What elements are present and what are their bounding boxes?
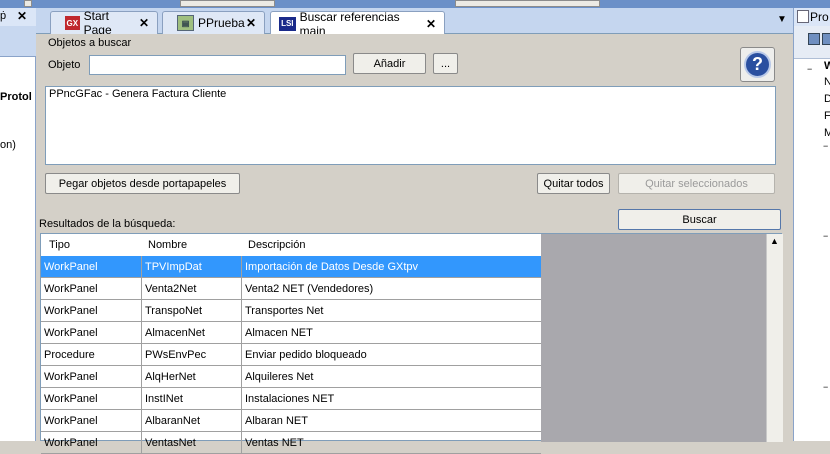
tab-label: Start Page xyxy=(83,9,112,37)
table-row[interactable]: WorkPanel TranspoNet Transportes Net xyxy=(41,300,541,322)
object-field-label: Objeto xyxy=(48,59,81,71)
procedure-icon: ▤ xyxy=(177,15,194,31)
search-button[interactable]: Buscar xyxy=(618,209,781,230)
tab-start-page[interactable]: GX Start Page ✕ xyxy=(50,9,158,37)
close-icon[interactable]: ✕ xyxy=(426,17,436,31)
grid-header: Tipo Nombre Descripción xyxy=(41,234,541,256)
gx-icon: GX xyxy=(65,16,80,30)
cell-descripcion: Transportes Net xyxy=(245,305,324,317)
collapse-icon[interactable]: − xyxy=(823,382,828,392)
list-item[interactable]: PPncGFac - Genera Factura Cliente xyxy=(49,88,226,100)
pin-icon[interactable]: ṗ xyxy=(0,10,6,22)
toolbar-icon[interactable] xyxy=(808,33,820,45)
table-row[interactable]: WorkPanel Venta2Net Venta2 NET (Vendedores… xyxy=(41,278,541,300)
cell-descripcion: Ventas NET xyxy=(245,437,304,449)
left-panel-header: ṗ ✕ xyxy=(0,8,36,27)
tab-buscar-referencias[interactable]: LSI Buscar referencias main ✕ xyxy=(270,10,445,38)
toolbar-icon[interactable] xyxy=(822,33,830,45)
cell-nombre: TPVImpDat xyxy=(142,256,242,278)
column-header-descripcion[interactable]: Descripción xyxy=(242,234,541,256)
selected-objects-list[interactable]: PPncGFac - Genera Factura Cliente xyxy=(45,86,776,165)
table-row[interactable]: WorkPanel VentasNet Ventas NET xyxy=(41,432,541,454)
left-panel-text: on) xyxy=(0,139,16,151)
cell-nombre: VentasNet xyxy=(142,432,242,454)
right-dock-panel: Pro − W N D F M − − − xyxy=(793,8,830,441)
toolbar-combo-fragment[interactable] xyxy=(455,0,600,7)
cell-tipo: WorkPanel xyxy=(41,432,142,454)
cell-descripcion: Instalaciones NET xyxy=(245,393,335,405)
tree-node[interactable]: N xyxy=(824,76,830,88)
cell-descripcion: Almacen NET xyxy=(245,327,313,339)
close-icon[interactable]: ✕ xyxy=(246,16,256,30)
browse-button[interactable]: ... xyxy=(433,53,458,74)
collapse-icon[interactable]: − xyxy=(823,141,828,151)
right-panel-header: Pro xyxy=(794,8,830,27)
panel-title: Pro xyxy=(810,10,829,24)
results-grid[interactable]: Tipo Nombre Descripción WorkPanel TPVImpD… xyxy=(40,233,783,454)
tab-pprueba[interactable]: ▤ PPrueba ✕ xyxy=(162,11,265,34)
cell-tipo: Procedure xyxy=(41,344,142,366)
remove-all-button[interactable]: Quitar todos xyxy=(537,173,610,194)
cell-nombre: AlbaranNet xyxy=(142,410,242,432)
cell-descripcion: Venta2 NET (Vendedores) xyxy=(245,283,374,295)
cell-nombre: InstINet xyxy=(142,388,242,410)
table-row[interactable]: WorkPanel TPVImpDat Importación de Datos D… xyxy=(41,256,541,278)
cell-descripcion: Albaran NET xyxy=(245,415,308,427)
table-row[interactable]: WorkPanel AlbaranNet Albaran NET xyxy=(41,410,541,432)
table-row[interactable]: WorkPanel InstINet Instalaciones NET xyxy=(41,388,541,410)
cell-tipo: WorkPanel xyxy=(41,366,142,388)
left-panel-text: Protol xyxy=(0,91,32,103)
cell-tipo: WorkPanel xyxy=(41,322,142,344)
help-button[interactable]: ? xyxy=(740,47,775,82)
toolbar-dropdown-fragment[interactable] xyxy=(24,0,32,7)
left-panel-toolbar xyxy=(0,26,36,57)
grid-empty-area xyxy=(541,234,767,442)
collapse-icon[interactable]: − xyxy=(807,64,812,74)
cell-tipo: WorkPanel xyxy=(41,278,142,300)
properties-icon xyxy=(797,10,809,23)
column-header-tipo[interactable]: Tipo xyxy=(41,234,142,256)
close-icon[interactable]: ✕ xyxy=(17,9,27,23)
objects-group-label: Objetos a buscar xyxy=(48,37,132,49)
results-label: Resultados de la búsqueda: xyxy=(39,218,176,230)
close-icon[interactable]: ✕ xyxy=(139,16,149,30)
cell-descripcion: Alquileres Net xyxy=(245,371,314,383)
table-row[interactable]: WorkPanel AlmacenNet Almacen NET xyxy=(41,322,541,344)
cell-descripcion: Enviar pedido bloqueado xyxy=(245,349,367,361)
cell-nombre: AlmacenNet xyxy=(142,322,242,344)
tree-node[interactable]: F xyxy=(824,110,830,122)
cell-nombre: TranspoNet xyxy=(142,300,242,322)
tree-node[interactable]: M xyxy=(824,127,830,139)
cell-nombre: PWsEnvPec xyxy=(142,344,242,366)
add-button[interactable]: Añadir xyxy=(353,53,426,74)
paste-from-clipboard-button[interactable]: Pegar objetos desde portapapeles xyxy=(45,173,240,194)
top-toolbar-strip xyxy=(0,0,830,8)
collapse-icon[interactable]: − xyxy=(823,231,828,241)
tree-node[interactable]: W xyxy=(824,60,830,72)
document-tab-strip: GX Start Page ✕ ▤ PPrueba ✕ LSI Buscar r… xyxy=(36,8,793,38)
scroll-up-icon[interactable]: ▲ xyxy=(770,236,779,246)
table-row[interactable]: WorkPanel AlqHerNet Alquileres Net xyxy=(41,366,541,388)
vertical-scrollbar[interactable]: ▲ xyxy=(766,234,783,442)
cell-descripcion: Importación de Datos Desde GXtpv xyxy=(245,261,419,273)
cell-tipo: WorkPanel xyxy=(41,388,142,410)
tab-list-dropdown-icon[interactable]: ▼ xyxy=(777,14,787,25)
tree-node[interactable]: D xyxy=(824,93,830,105)
column-header-nombre[interactable]: Nombre xyxy=(142,234,242,256)
cell-nombre: Venta2Net xyxy=(142,278,242,300)
tab-label: PPrueba xyxy=(198,16,245,30)
cell-tipo: WorkPanel xyxy=(41,256,142,278)
toolbar-combo-fragment[interactable] xyxy=(180,0,275,7)
lsi-icon: LSI xyxy=(279,16,296,31)
object-input[interactable] xyxy=(89,55,346,75)
left-dock-panel: ṗ ✕ Protol on) xyxy=(0,8,36,441)
right-panel-toolbar xyxy=(794,26,830,59)
cell-tipo: WorkPanel xyxy=(41,410,142,432)
remove-selected-button[interactable]: Quitar seleccionados xyxy=(618,173,775,194)
help-icon: ? xyxy=(744,51,771,78)
cell-nombre: AlqHerNet xyxy=(142,366,242,388)
table-row[interactable]: Procedure PWsEnvPec Enviar pedido bloquead… xyxy=(41,344,541,366)
cell-tipo: WorkPanel xyxy=(41,300,142,322)
